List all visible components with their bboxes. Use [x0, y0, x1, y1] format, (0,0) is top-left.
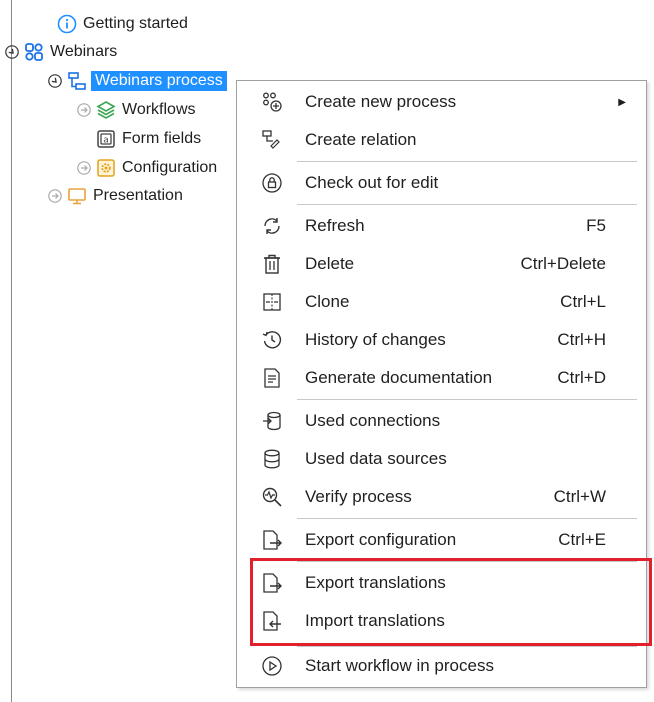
- configuration-gear-icon: [96, 158, 116, 178]
- menu-item-check-out[interactable]: Check out for edit: [237, 165, 646, 201]
- menu-item-label: Start workflow in process: [305, 656, 494, 675]
- menu-item-label: Verify process: [305, 487, 412, 506]
- tree-item-workflows[interactable]: Workflows: [77, 97, 196, 123]
- menu-item-create-new-process[interactable]: Create new process ▶: [237, 84, 646, 120]
- tree-item-label: Presentation: [93, 187, 183, 204]
- lock-icon: [261, 172, 283, 194]
- process-icon: [67, 71, 87, 91]
- menu-item-refresh[interactable]: Refresh F5: [237, 208, 646, 244]
- menu-separator: [297, 204, 637, 205]
- menu-item-used-connections[interactable]: Used connections: [237, 403, 646, 439]
- menu-item-verify-process[interactable]: Verify process Ctrl+W: [237, 479, 646, 515]
- menu-shortcut: Ctrl+W: [553, 487, 606, 506]
- menu-item-clone[interactable]: Clone Ctrl+L: [237, 284, 646, 320]
- menu-separator: [297, 518, 637, 519]
- menu-item-create-relation[interactable]: Create relation: [237, 122, 646, 158]
- menu-separator: [297, 161, 637, 162]
- play-icon: [261, 655, 283, 677]
- menu-item-label: Check out for edit: [305, 173, 439, 192]
- menu-item-label: History of changes: [305, 330, 446, 349]
- refresh-icon: [261, 215, 283, 237]
- tree-item-webinars[interactable]: Webinars: [5, 39, 117, 65]
- menu-separator: [297, 399, 637, 400]
- menu-item-label: Delete: [305, 254, 355, 273]
- tree-item-label: Webinars: [50, 43, 118, 60]
- highlight-annotation-box: [250, 558, 652, 646]
- document-icon: [261, 367, 283, 389]
- menu-shortcut: Ctrl+H: [557, 330, 606, 349]
- create-relation-icon: [261, 129, 283, 151]
- menu-shortcut: Ctrl+Delete: [520, 254, 606, 273]
- menu-shortcut: F5: [586, 216, 606, 235]
- create-new-process-icon: [261, 91, 283, 113]
- menu-item-label: Generate documentation: [305, 368, 493, 387]
- connections-icon: [261, 410, 283, 432]
- verify-magnifier-icon: [261, 486, 283, 508]
- tree-item-configuration[interactable]: Configuration: [77, 155, 217, 181]
- menu-shortcut: Ctrl+L: [560, 292, 606, 311]
- menu-item-generate-documentation[interactable]: Generate documentation Ctrl+D: [237, 360, 646, 396]
- collapsed-toggle-icon[interactable]: [77, 103, 91, 117]
- expanded-toggle-icon[interactable]: [48, 74, 62, 88]
- info-icon: [57, 14, 77, 34]
- menu-item-export-configuration[interactable]: Export configuration Ctrl+E: [237, 522, 646, 558]
- expanded-toggle-icon[interactable]: [5, 45, 19, 59]
- collapsed-toggle-icon[interactable]: [48, 189, 62, 203]
- history-icon: [261, 329, 283, 351]
- tree-item-presentation[interactable]: Presentation: [48, 183, 183, 209]
- menu-separator: [297, 646, 637, 647]
- menu-item-history[interactable]: History of changes Ctrl+H: [237, 322, 646, 358]
- tree-item-form-fields[interactable]: a Form fields: [96, 126, 201, 152]
- menu-shortcut: Ctrl+D: [557, 368, 606, 387]
- menu-item-delete[interactable]: Delete Ctrl+Delete: [237, 246, 646, 282]
- menu-item-label: Export configuration: [305, 530, 457, 549]
- collapsed-toggle-icon[interactable]: [77, 161, 91, 175]
- menu-item-label: Clone: [305, 292, 350, 311]
- tree-item-getting-started[interactable]: Getting started: [57, 11, 188, 37]
- application-icon: [24, 42, 44, 62]
- menu-item-label: Create new process: [305, 92, 457, 111]
- database-icon: [261, 448, 283, 470]
- menu-item-label: Used connections: [305, 411, 441, 430]
- workflows-layers-icon: [96, 100, 116, 120]
- export-icon: [261, 529, 283, 551]
- tree-item-label-selected: Webinars process: [91, 71, 227, 91]
- form-fields-icon: a: [96, 129, 116, 149]
- menu-item-label: Create relation: [305, 130, 417, 149]
- menu-item-used-data-sources[interactable]: Used data sources: [237, 441, 646, 477]
- tree-item-label: Form fields: [122, 130, 202, 147]
- menu-item-label: Refresh: [305, 216, 365, 235]
- menu-item-label: Used data sources: [305, 449, 447, 468]
- trash-icon: [261, 253, 283, 275]
- tree-item-label: Getting started: [83, 15, 188, 32]
- tree-item-label: Configuration: [122, 159, 218, 176]
- left-panel-border: [11, 0, 12, 702]
- tree-item-webinars-process[interactable]: Webinars process: [48, 68, 227, 94]
- menu-item-start-workflow[interactable]: Start workflow in process: [237, 648, 646, 684]
- clone-icon: [261, 291, 283, 313]
- submenu-arrow-icon: ▶: [618, 96, 626, 108]
- svg-text:a: a: [103, 136, 109, 146]
- presentation-monitor-icon: [67, 186, 87, 206]
- menu-shortcut: Ctrl+E: [558, 530, 606, 549]
- tree-item-label: Workflows: [122, 101, 196, 118]
